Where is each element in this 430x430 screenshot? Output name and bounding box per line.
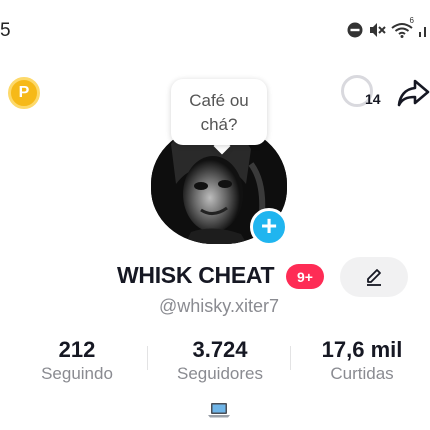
share-button[interactable] [396,76,430,110]
profile-visitors-button[interactable]: 14 [341,75,387,111]
stat-followers[interactable]: 3.724 Seguidores [160,337,280,385]
stat-divider [147,346,148,370]
display-name: WHISK CHEAT [117,262,275,288]
wifi-label: 6 [409,16,414,25]
edit-profile-button[interactable] [340,257,408,297]
likes-count: 17,6 mil [321,337,403,362]
share-icon [397,79,430,107]
visitors-count: 14 [365,91,381,107]
note-text-line2: chá? [200,115,238,134]
followers-label: Seguidores [176,364,263,383]
status-time: 5 [0,20,11,41]
wifi-icon: 6 [391,16,414,38]
add-avatar-button[interactable]: + [250,208,288,246]
stat-divider [290,346,291,370]
mute-icon [370,23,386,37]
note-bubble[interactable]: Café ou chá? [171,79,267,145]
pencil-icon [367,269,381,286]
laptop-icon [208,403,230,418]
following-count: 212 [58,337,96,362]
do-not-disturb-icon [347,22,363,38]
coins-button[interactable]: P [8,77,40,109]
note-text-line1: Café ou [189,91,249,110]
status-icons: 6 [347,16,428,38]
status-bar: 5 6 [0,0,430,60]
followers-count: 3.724 [192,337,248,362]
notification-badge[interactable]: 9+ [286,264,324,289]
plus-icon: + [260,210,278,241]
username: @whisky.xiter7 [159,296,279,316]
stat-following[interactable]: 212 Seguindo [22,337,132,385]
likes-label: Curtidas [330,364,394,383]
coin-icon: P [18,84,30,101]
signal-icon [419,27,426,37]
following-label: Seguindo [41,364,113,383]
stat-likes[interactable]: 17,6 mil Curtidas [302,337,422,385]
